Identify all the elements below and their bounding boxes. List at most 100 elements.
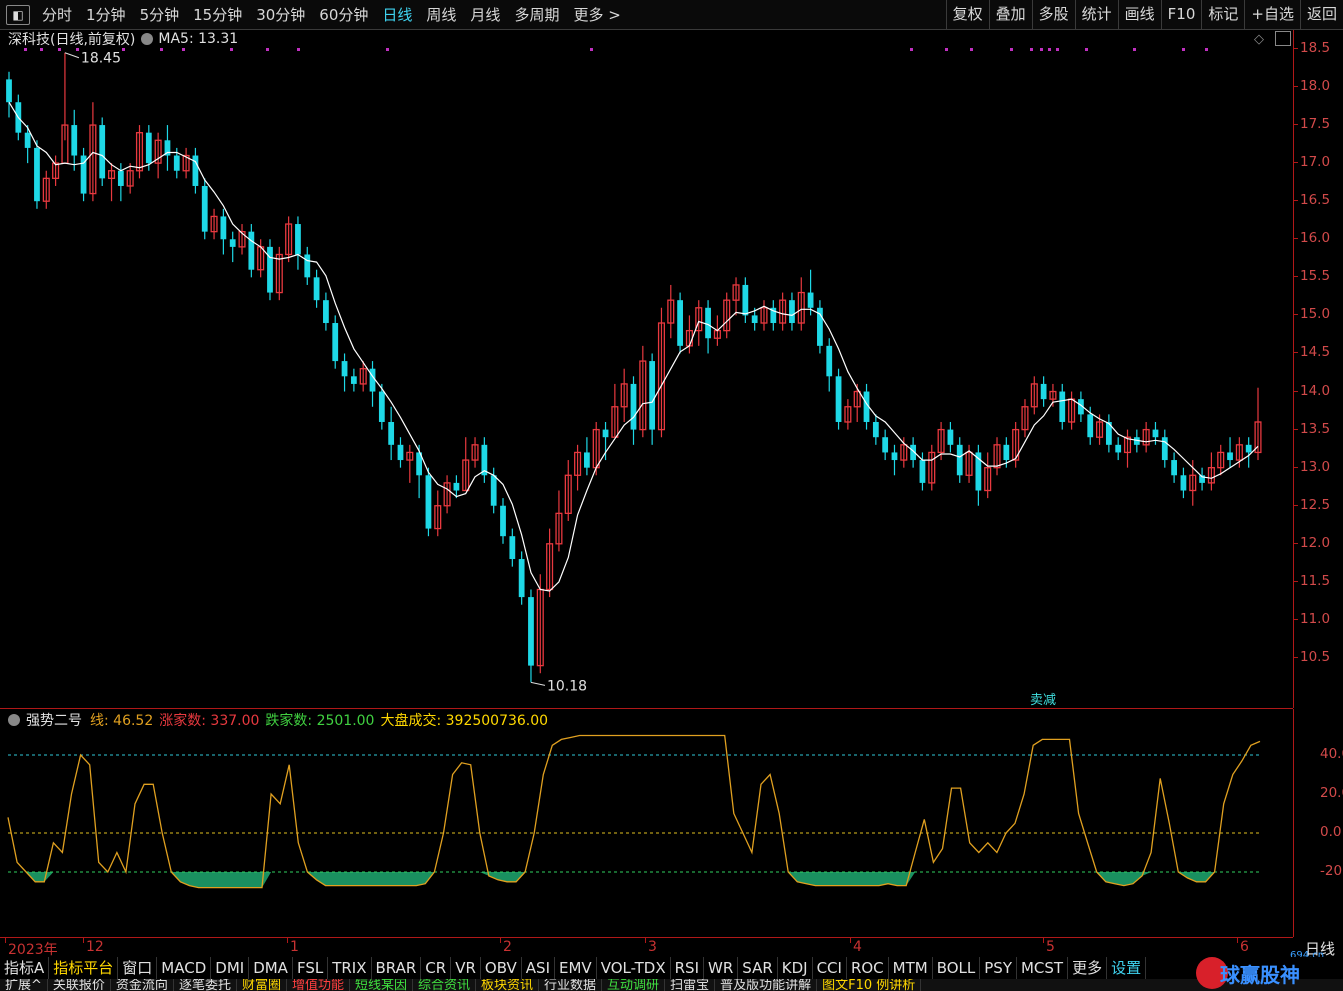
- indicator-tab-3[interactable]: MACD: [157, 957, 212, 979]
- candle-body-down: [1161, 437, 1168, 461]
- function-tab-5[interactable]: 增值功能: [287, 979, 350, 991]
- price-tick: 11.0: [1293, 610, 1331, 627]
- function-tabs: 扩展^ 关联报价 资金流向 逐笔委托 财富圈 增值功能 短线某因 综合资讯 板块资讯 行业数据 互动…: [0, 979, 1343, 991]
- function-tab-8[interactable]: 板块资讯: [476, 979, 540, 991]
- indicator-tab-1[interactable]: 指标平台: [49, 957, 119, 979]
- function-tab-6[interactable]: 短线某因: [350, 979, 413, 991]
- candle-body-down: [453, 482, 460, 491]
- price-tick: 17.5: [1293, 116, 1331, 133]
- candle-body-down: [807, 292, 814, 308]
- tool-8[interactable]: 返回: [1299, 0, 1343, 29]
- candle-body-down: [34, 147, 40, 202]
- indicator-tab-16[interactable]: WR: [704, 957, 739, 979]
- candle-body-down: [378, 391, 385, 422]
- function-tab-12[interactable]: 普及版功能讲解: [715, 979, 818, 991]
- signal-dot: [24, 48, 27, 51]
- indicator-tick: 20.0: [1320, 785, 1343, 801]
- indicator-tab-4[interactable]: DMI: [211, 957, 250, 979]
- indicator-tab-8[interactable]: BRAR: [372, 957, 422, 979]
- signal-dot: [182, 48, 185, 51]
- candle-body-down: [509, 536, 516, 560]
- candle-body-down: [341, 361, 348, 377]
- signal-dot: [1030, 48, 1033, 51]
- signal-dot: [230, 48, 233, 51]
- indicator-tab-15[interactable]: RSI: [671, 957, 704, 979]
- signal-dot: [1010, 48, 1013, 51]
- indicator-tab-17[interactable]: SAR: [738, 957, 778, 979]
- candle-body-down: [826, 345, 833, 377]
- function-tab-2[interactable]: 资金流向: [111, 979, 174, 991]
- function-tab-13[interactable]: 图文F10 例讲析: [817, 979, 922, 991]
- date-tick: 3: [648, 939, 657, 955]
- indicator-tab-7[interactable]: TRIX: [328, 957, 372, 979]
- function-tab-9[interactable]: 行业数据: [539, 979, 603, 991]
- candle-body-down: [6, 79, 12, 103]
- candle-body-down: [1059, 391, 1066, 422]
- indicator-tab-11[interactable]: OBV: [481, 957, 522, 979]
- candle-body-down: [919, 460, 926, 483]
- price-tick: 13.5: [1293, 420, 1331, 437]
- date-tick: 2: [503, 939, 512, 955]
- indicator-toggle-icon[interactable]: [8, 714, 20, 726]
- indicator-tab-20[interactable]: ROC: [847, 957, 889, 979]
- candle-body-down: [882, 437, 889, 453]
- indicator-tab-22[interactable]: BOLL: [933, 957, 981, 979]
- candle-body-down: [267, 246, 273, 293]
- price-tick: 16.5: [1293, 192, 1331, 209]
- candle-body-down: [1087, 414, 1094, 438]
- indicator-tab-12[interactable]: ASI: [522, 957, 556, 979]
- price-tick: 13.0: [1293, 458, 1331, 475]
- candle-body-down: [630, 383, 637, 430]
- signal-dot: [590, 48, 593, 51]
- indicator-tab-0[interactable]: 指标A: [0, 957, 50, 979]
- candle-body-down: [323, 300, 329, 324]
- function-tab-11[interactable]: 扫雷宝: [665, 979, 716, 991]
- indicator-tab-23[interactable]: PSY: [980, 957, 1017, 979]
- candle-body-down: [369, 368, 376, 392]
- indicator-tab-25[interactable]: 更多: [1068, 957, 1108, 979]
- candle-body-down: [891, 452, 898, 461]
- signal-dot: [1056, 48, 1059, 51]
- indicator-name[interactable]: 强势二号: [26, 710, 82, 730]
- date-tick: 12: [86, 939, 104, 955]
- high-marker-line: [64, 52, 80, 59]
- function-tab-10[interactable]: 互动调研: [602, 979, 666, 991]
- indicator-tab-10[interactable]: VR: [451, 957, 481, 979]
- price-tick: 16.0: [1293, 230, 1331, 247]
- indicator-tab-2[interactable]: 窗口: [118, 957, 158, 979]
- indicator-tab-21[interactable]: MTM: [889, 957, 933, 979]
- panel-separator: [0, 708, 1293, 709]
- candle-body-down: [872, 421, 879, 438]
- indicator-line-value: 线: 46.52: [90, 713, 154, 729]
- signal-dot: [122, 48, 125, 51]
- function-tab-4[interactable]: 财富圈: [237, 979, 287, 991]
- kline-chart[interactable]: 18.45 10.18 卖减: [0, 0, 1293, 957]
- indicator-tick: 0.0: [1320, 824, 1342, 840]
- indicator-tab-5[interactable]: DMA: [249, 957, 293, 979]
- high-annotation: 18.45: [81, 51, 121, 67]
- function-tab-7[interactable]: 综合资讯: [413, 979, 477, 991]
- signal-dot: [1085, 48, 1088, 51]
- indicator-tab-6[interactable]: FSL: [293, 957, 329, 979]
- indicator-tab-13[interactable]: EMV: [555, 957, 597, 979]
- price-tick: 12.5: [1293, 496, 1331, 513]
- indicator-line: [7, 734, 1261, 889]
- signal-dot: [970, 48, 973, 51]
- indicator-tab-9[interactable]: CR: [421, 957, 452, 979]
- function-tab-0[interactable]: 扩展^: [0, 979, 48, 991]
- function-tab-3[interactable]: 逐笔委托: [174, 979, 237, 991]
- indicator-tab-26[interactable]: 设置: [1107, 957, 1147, 979]
- signal-dot: [910, 48, 913, 51]
- function-tab-1[interactable]: 关联报价: [48, 979, 111, 991]
- indicator-tab-14[interactable]: VOL-TDX: [597, 957, 671, 979]
- candle-body-down: [313, 277, 320, 301]
- candle-body-down: [304, 254, 311, 278]
- candle-body-down: [705, 307, 711, 339]
- signal-dot: [386, 48, 389, 51]
- date-tick: 1: [290, 939, 299, 955]
- indicator-tab-19[interactable]: CCI: [813, 957, 847, 979]
- indicator-tab-24[interactable]: MCST: [1017, 957, 1069, 979]
- candle-body-down: [677, 300, 683, 346]
- indicator-tab-18[interactable]: KDJ: [778, 957, 813, 979]
- indicator-axis: 40.0 20.0 0.0 -20.0: [1293, 709, 1343, 937]
